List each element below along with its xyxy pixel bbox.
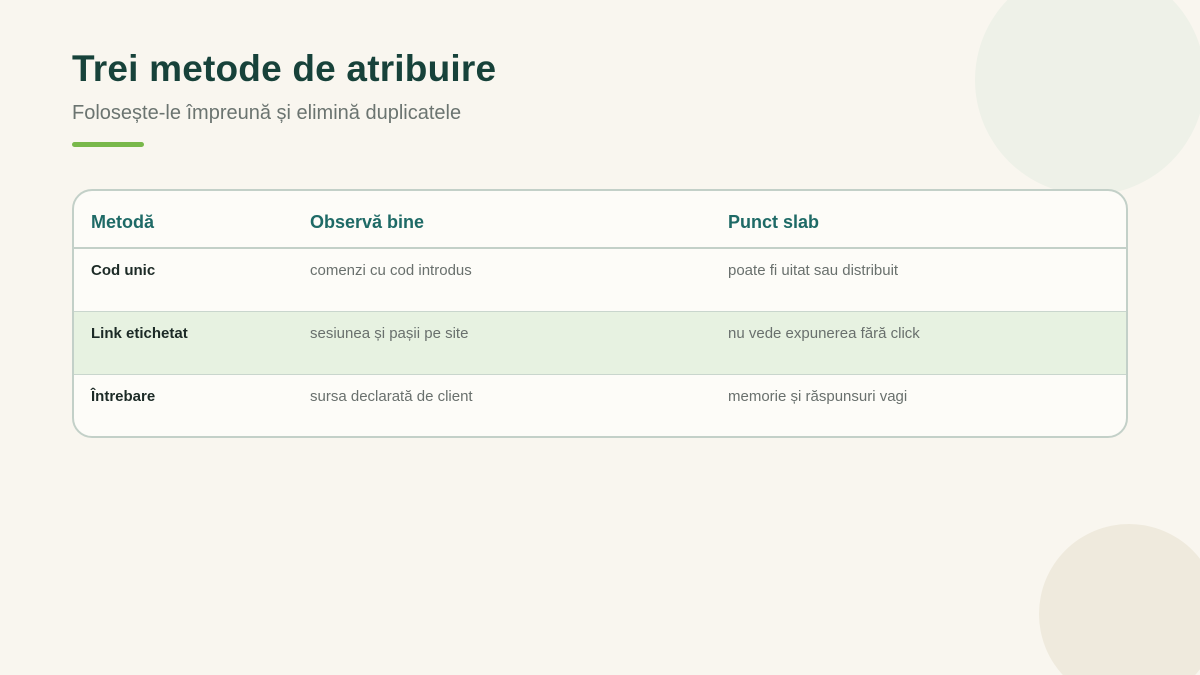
cell-observes: sesiunea și pașii pe site (310, 325, 469, 342)
table-row: Cod unic comenzi cu cod introdus poate f… (74, 249, 1126, 312)
slide-subtitle: Folosește-le împreună și elimină duplica… (72, 102, 462, 124)
cell-method: Link etichetat (91, 325, 188, 342)
cell-weakness: memorie și răspunsuri vagi (728, 388, 908, 405)
attribution-table: Metodă Observă bine Punct slab Cod unic … (72, 189, 1128, 438)
table-header-row: Metodă Observă bine Punct slab (74, 191, 1126, 249)
table-row-highlighted: Link etichetat sesiunea și pașii pe site… (74, 312, 1126, 375)
header-observes: Observă bine (310, 212, 425, 232)
accent-bar (72, 142, 144, 147)
header-weakness: Punct slab (728, 212, 820, 232)
slide-title: Trei metode de atribuire (72, 48, 497, 89)
decorative-circle-bottom (1039, 524, 1200, 675)
cell-method: Întrebare (91, 388, 156, 405)
cell-weakness: poate fi uitat sau distribuit (728, 262, 899, 279)
cell-method: Cod unic (91, 262, 156, 279)
slide: Trei metode de atribuire Folosește-le îm… (0, 0, 1200, 675)
cell-observes: sursa declarată de client (310, 388, 473, 405)
decorative-circle-top (975, 0, 1200, 195)
header-method: Metodă (91, 212, 154, 232)
cell-weakness: nu vede expunerea fără click (728, 325, 920, 342)
table-row: Întrebare sursa declarată de client memo… (74, 375, 1126, 436)
cell-observes: comenzi cu cod introdus (310, 262, 472, 279)
